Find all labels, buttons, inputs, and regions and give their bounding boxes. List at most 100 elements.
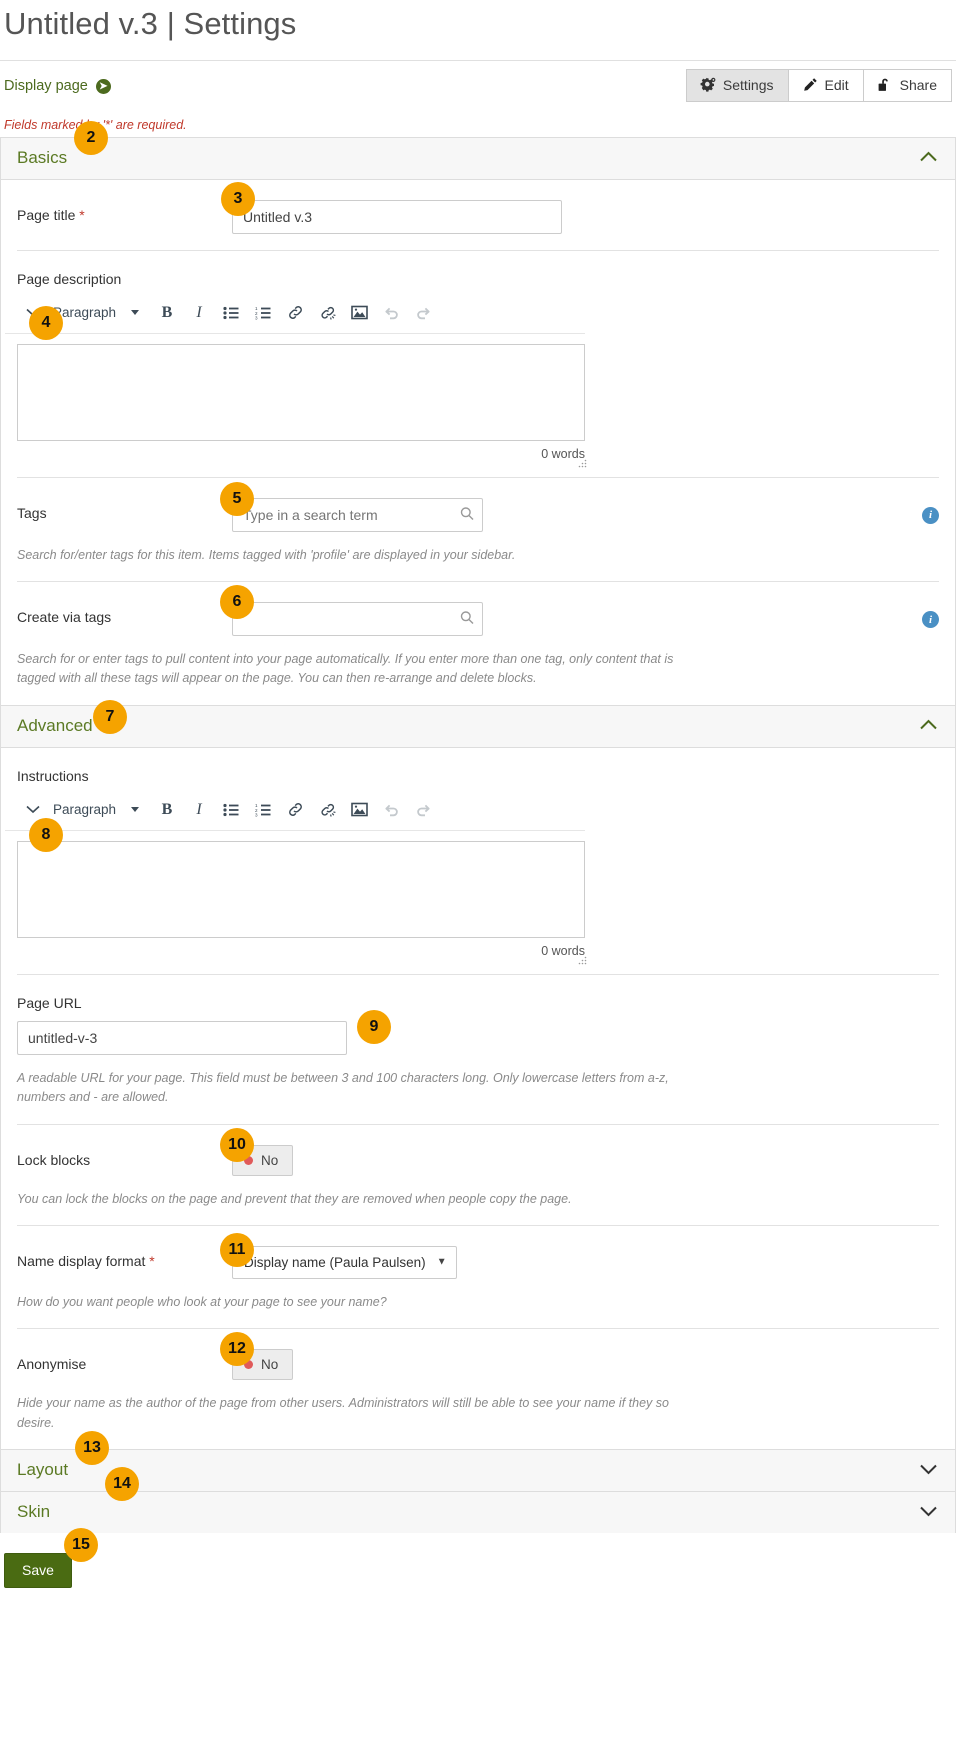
callout-badge-3: 3: [221, 182, 255, 216]
chevron-up-icon: [920, 150, 939, 165]
svg-text:3: 3: [255, 812, 258, 816]
page-title-input[interactable]: [232, 199, 562, 234]
italic-icon[interactable]: I: [183, 299, 215, 327]
format-select[interactable]: Paragraph: [49, 796, 145, 824]
skin-legend[interactable]: Skin: [1, 1492, 955, 1534]
numbered-list-icon[interactable]: 1 2 3: [247, 299, 279, 327]
tags-input[interactable]: [232, 497, 483, 532]
page-title-row: Page title *: [17, 180, 939, 251]
bullet-list-icon[interactable]: [215, 299, 247, 327]
basics-legend-label: Basics: [17, 147, 68, 167]
image-icon[interactable]: [343, 796, 375, 824]
advanced-fieldset: Advanced Instructions Paragraph B I 1 2 …: [0, 704, 956, 1450]
basics-legend[interactable]: Basics: [1, 137, 955, 180]
callout-badge-10: 10: [220, 1128, 254, 1162]
edit-button-label: Edit: [824, 76, 849, 93]
redo-icon[interactable]: [407, 299, 439, 327]
advanced-body: Instructions Paragraph B I 1 2 3 0 words…: [1, 747, 955, 1450]
anonymise-row: Anonymise No Hide your name as the autho…: [17, 1329, 939, 1449]
callout-badge-14: 14: [105, 1467, 139, 1501]
required-fields-note: Fields marked by '*' are required.: [4, 117, 187, 132]
redo-icon[interactable]: [407, 796, 439, 824]
create-via-tags-help-text: Search for or enter tags to pull content…: [17, 652, 674, 686]
caret-down-icon: [131, 807, 139, 813]
layout-legend[interactable]: Layout: [1, 1450, 955, 1492]
italic-icon[interactable]: I: [183, 796, 215, 824]
anonymise-label: Anonymise: [17, 1356, 87, 1373]
resize-grip-icon[interactable]: [578, 459, 587, 468]
callout-badge-11: 11: [220, 1233, 254, 1267]
link-icon[interactable]: [279, 299, 311, 327]
unlink-icon[interactable]: [311, 299, 343, 327]
create-via-tags-input[interactable]: [232, 602, 483, 637]
display-page-label: Display page: [4, 78, 88, 95]
resize-grip-icon[interactable]: [578, 956, 587, 965]
image-icon[interactable]: [343, 299, 375, 327]
page-description-editor: Paragraph B I 1 2 3 0 words: [5, 297, 587, 467]
lock-blocks-row: Lock blocks No You can lock the blocks o…: [17, 1125, 939, 1226]
format-select[interactable]: Paragraph: [49, 299, 145, 327]
lock-blocks-help-text: You can lock the blocks on the page and …: [17, 1191, 572, 1206]
tags-help-text: Search for/enter tags for this item. Ite…: [17, 547, 516, 562]
display-page-link[interactable]: Display page ➤: [4, 76, 111, 94]
skin-fieldset: Skin: [0, 1491, 956, 1534]
basics-body: Page title * Page description: [1, 179, 955, 705]
search-icon: [460, 506, 474, 523]
page-title: Untitled v.3 | Settings: [4, 6, 297, 41]
info-icon[interactable]: i: [922, 611, 939, 629]
create-via-tags-row: Create via tags i Search for or enter ta…: [17, 582, 939, 705]
page-description-label: Page description: [17, 270, 122, 287]
create-via-tags-search-wrap: [232, 602, 483, 637]
search-icon: [460, 611, 474, 628]
share-button-label: Share: [899, 76, 937, 93]
instructions-status: 0 words: [17, 938, 587, 965]
svg-text:3: 3: [255, 315, 258, 319]
name-display-format-row: Name display format * Display name (Paul…: [17, 1226, 939, 1330]
save-button[interactable]: Save: [4, 1553, 72, 1589]
callout-badge-6: 6: [220, 585, 254, 619]
page-url-input[interactable]: [17, 1020, 347, 1055]
settings-page: Untitled v.3 | Settings Display page ➤ S…: [0, 0, 956, 1604]
advanced-legend[interactable]: Advanced: [1, 705, 955, 748]
undo-icon[interactable]: [375, 796, 407, 824]
instructions-row: Instructions Paragraph B I 1 2 3 0 words: [5, 748, 939, 975]
page-description-status: 0 words: [17, 441, 587, 467]
name-display-format-help-text: How do you want people who look at your …: [17, 1294, 387, 1309]
callout-badge-4: 4: [29, 306, 63, 340]
gear-icon: [700, 77, 716, 93]
bullet-list-icon[interactable]: [215, 796, 247, 824]
caret-down-icon: ▼: [436, 1256, 447, 1268]
pencil-icon: [802, 77, 818, 93]
numbered-list-icon[interactable]: 1 2 3: [247, 796, 279, 824]
link-icon[interactable]: [279, 796, 311, 824]
settings-button[interactable]: Settings: [685, 68, 789, 102]
bold-icon[interactable]: B: [151, 796, 183, 824]
instructions-textarea[interactable]: [17, 840, 585, 938]
callout-badge-9: 9: [357, 1010, 391, 1044]
page-description-toolbar: Paragraph B I 1 2 3: [5, 297, 585, 334]
settings-button-label: Settings: [722, 76, 774, 93]
page-url-row: Page URL A readable URL for your page. T…: [17, 975, 939, 1125]
name-display-format-label: Name display format *: [17, 1252, 155, 1269]
callout-badge-12: 12: [220, 1332, 254, 1366]
required-asterisk: *: [149, 1252, 155, 1269]
undo-icon[interactable]: [375, 299, 407, 327]
sub-navigation: Display page ➤ Settings Edit Share: [0, 61, 956, 102]
page-description-textarea[interactable]: [17, 343, 585, 441]
callout-badge-15: 15: [64, 1528, 98, 1562]
unlock-icon: [877, 77, 893, 93]
share-button[interactable]: Share: [862, 68, 952, 102]
layout-fieldset: Layout: [0, 1449, 956, 1492]
chevron-down-icon: [920, 1505, 939, 1520]
arrow-right-icon: ➤: [95, 78, 111, 94]
page-url-help-text: A readable URL for your page. This field…: [17, 1070, 669, 1105]
name-display-format-value: Display name (Paula Paulsen): [244, 1254, 426, 1270]
info-icon[interactable]: i: [922, 506, 939, 524]
format-select-value: Paragraph: [53, 802, 117, 818]
bold-icon[interactable]: B: [151, 299, 183, 327]
page-header: Untitled v.3 | Settings: [0, 0, 956, 52]
callout-badge-13: 13: [75, 1431, 109, 1465]
edit-button[interactable]: Edit: [787, 68, 864, 102]
name-display-format-select[interactable]: Display name (Paula Paulsen): [232, 1245, 457, 1279]
unlink-icon[interactable]: [311, 796, 343, 824]
